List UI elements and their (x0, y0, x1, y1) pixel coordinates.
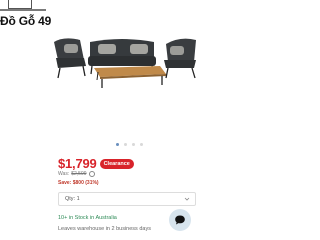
watermark-house-icon (8, 0, 32, 9)
price-row: $1,799 Clearance (58, 156, 134, 171)
chat-icon (175, 215, 185, 225)
chat-button[interactable] (169, 209, 191, 231)
chevron-down-icon (184, 197, 190, 201)
coffee-table (94, 66, 166, 88)
was-label: Was: (58, 171, 70, 177)
info-icon[interactable] (88, 171, 95, 177)
carousel-dot[interactable] (140, 143, 143, 146)
watermark-text: Đồ Gỗ 49 (0, 14, 52, 28)
carousel-dot[interactable] (116, 143, 119, 146)
stock-status: 10+ in Stock in Australia (58, 215, 117, 221)
save-amount: Save: $800 (31%) (58, 180, 99, 186)
left-armchair (54, 38, 86, 79)
right-armchair (164, 38, 196, 79)
image-carousel-dots (116, 143, 143, 146)
quantity-select[interactable]: Qty: 1 (58, 192, 196, 206)
was-price: Was: $2,599 (58, 171, 95, 177)
delivery-info: Leaves warehouse in 2 business days (58, 226, 151, 232)
quantity-label: Qty: 1 (65, 196, 80, 202)
watermark-logo: Đồ Gỗ 49 (0, 0, 60, 34)
product-price: $1,799 (58, 156, 97, 171)
carousel-dot[interactable] (124, 143, 127, 146)
clearance-badge: Clearance (99, 158, 134, 169)
carousel-dot[interactable] (132, 143, 135, 146)
was-value: $2,599 (71, 171, 87, 177)
product-image (54, 38, 196, 88)
